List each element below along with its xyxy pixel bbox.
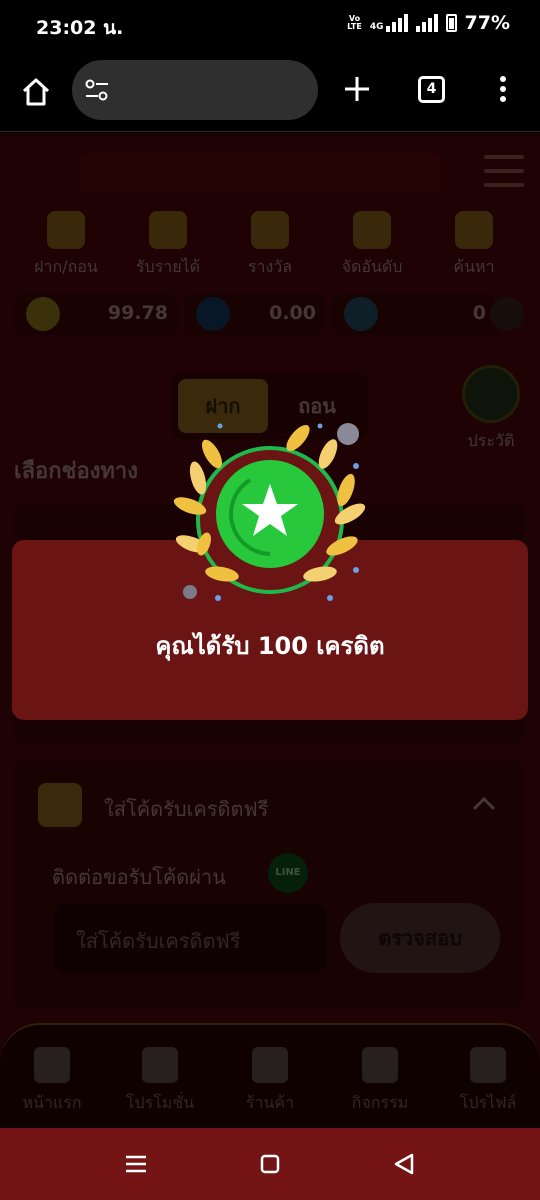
signal-icon (415, 14, 438, 32)
star-badge-icon (173, 423, 366, 601)
tab-switcher-button[interactable]: 4 (418, 76, 445, 103)
status-bar: 23:02 น. Vo LTE 4G 77% (0, 0, 540, 50)
new-tab-icon[interactable] (342, 74, 372, 104)
status-indicators: Vo LTE 4G 77% (347, 12, 510, 34)
system-nav-bar (0, 1128, 540, 1200)
home-icon[interactable] (20, 76, 52, 108)
address-bar[interactable] (72, 60, 318, 120)
battery-level: 77% (464, 12, 510, 34)
network-4g-icon: 4G (370, 14, 408, 32)
volte-indicator: Vo LTE (347, 14, 362, 31)
home-nav-icon[interactable] (256, 1150, 284, 1178)
browser-menu-icon[interactable] (498, 76, 508, 106)
status-time: 23:02 น. (36, 17, 124, 39)
browser-toolbar: 4 (0, 50, 540, 132)
dialog-message: คุณได้รับ 100 เครดิต (155, 632, 385, 660)
back-icon[interactable] (390, 1150, 418, 1178)
site-settings-icon[interactable] (84, 78, 110, 102)
recent-apps-icon[interactable] (122, 1150, 150, 1178)
battery-icon (445, 14, 457, 32)
